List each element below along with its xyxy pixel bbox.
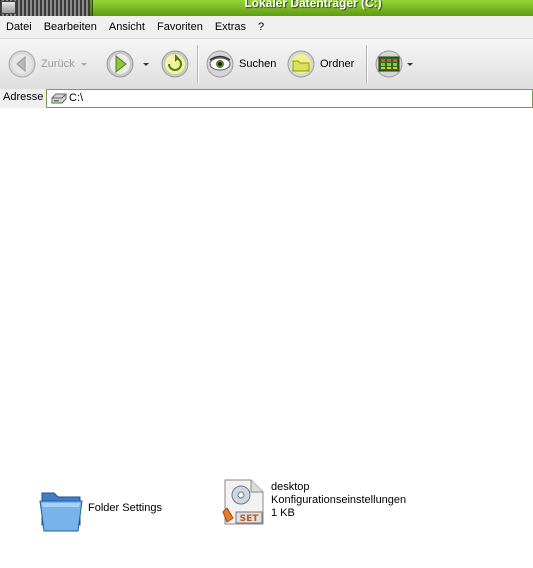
- menu-extras[interactable]: Extras: [209, 16, 252, 38]
- file-item-desktop[interactable]: SET desktop Konfigurationseinstellungen …: [221, 478, 406, 526]
- menu-help[interactable]: ?: [252, 16, 270, 38]
- drive-icon: [51, 93, 67, 104]
- svg-text:SET: SET: [240, 514, 260, 524]
- window-title: Lokaler Datenträger (C:): [244, 0, 382, 10]
- menu-bar: Datei Bearbeiten Ansicht Favoriten Extra…: [0, 16, 533, 39]
- address-bar: Adresse C:\: [0, 89, 533, 108]
- views-button[interactable]: [374, 39, 413, 89]
- forward-dropdown-icon[interactable]: [143, 62, 149, 66]
- title-bar-active: Lokaler Datenträger (C:): [92, 0, 533, 16]
- up-folder-icon: [161, 50, 189, 78]
- file-item-folder-settings[interactable]: Folder Settings: [38, 485, 162, 533]
- back-dropdown-icon[interactable]: [80, 62, 87, 66]
- menu-bearbeiten[interactable]: Bearbeiten: [38, 16, 103, 38]
- menu-favoriten[interactable]: Favoriten: [151, 16, 209, 38]
- address-field[interactable]: C:\: [46, 89, 533, 108]
- title-bar[interactable]: Lokaler Datenträger (C:): [0, 0, 533, 16]
- search-label: Suchen: [239, 58, 277, 70]
- folders-icon: [287, 50, 315, 78]
- up-button[interactable]: [160, 39, 190, 89]
- settings-file-icon: SET: [222, 479, 264, 525]
- file-name: desktop: [271, 481, 310, 493]
- search-button[interactable]: Suchen: [205, 39, 276, 89]
- file-size: 1 KB: [271, 507, 295, 519]
- views-icon: [375, 50, 403, 78]
- address-value: C:\: [69, 92, 84, 104]
- folders-label: Ordner: [320, 58, 355, 70]
- back-button[interactable]: Zurück: [7, 39, 87, 89]
- folder-icon: [39, 492, 83, 532]
- file-list: Folder Settings SET desktop Konfiguratio…: [0, 109, 533, 568]
- back-label: Zurück: [41, 58, 75, 70]
- forward-arrow-icon: [106, 50, 134, 78]
- file-name: Folder Settings: [88, 502, 162, 514]
- menu-datei[interactable]: Datei: [0, 16, 38, 38]
- toolbar-separator: [197, 45, 199, 83]
- folders-button[interactable]: Ordner: [286, 39, 354, 89]
- back-arrow-icon: [8, 50, 36, 78]
- views-dropdown-icon[interactable]: [407, 62, 413, 66]
- toolbar-separator: [366, 45, 368, 83]
- address-label: Adresse: [3, 91, 44, 103]
- toolbar: Zurück Suchen Ordner: [0, 39, 533, 90]
- search-eye-icon: [206, 50, 234, 78]
- window-menu-icon[interactable]: [1, 1, 16, 14]
- file-type: Konfigurationseinstellungen: [271, 494, 407, 506]
- forward-button[interactable]: [105, 39, 149, 89]
- menu-ansicht[interactable]: Ansicht: [103, 16, 151, 38]
